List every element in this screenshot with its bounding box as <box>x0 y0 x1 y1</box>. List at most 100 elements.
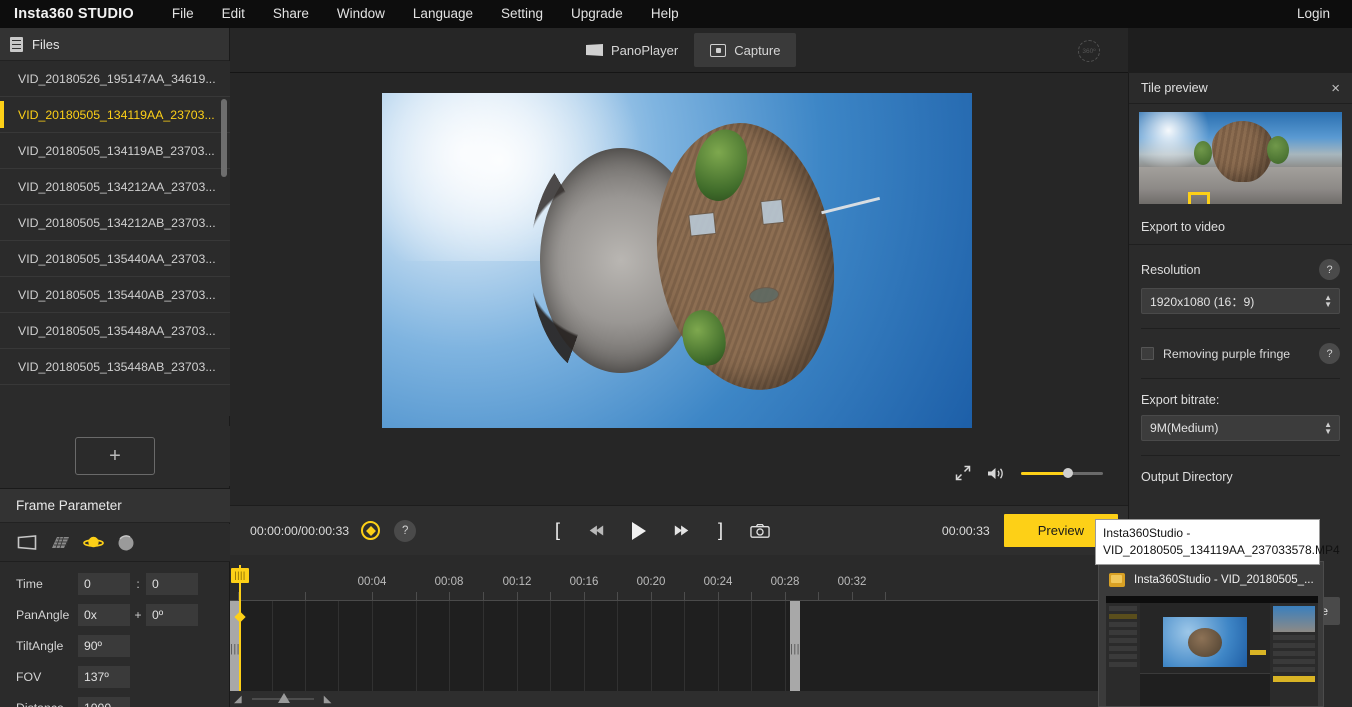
step-forward-icon[interactable] <box>673 524 691 538</box>
frame-parameter-title: Frame Parameter <box>16 498 122 513</box>
zoom-slider-knob[interactable] <box>277 693 290 703</box>
frame-parameter-header: Frame Parameter <box>0 489 230 523</box>
tile-building <box>1212 121 1273 182</box>
list-item[interactable]: VID_20180505_134119AB_23703... <box>0 133 230 169</box>
scrollbar-thumb[interactable] <box>221 99 227 177</box>
list-item[interactable]: VID_20180505_135448AA_23703... <box>0 313 230 349</box>
add-file-row: + <box>0 426 230 486</box>
list-item[interactable]: VID_20180505_135440AA_23703... <box>0 241 230 277</box>
fullscreen-icon[interactable] <box>955 465 971 481</box>
resolution-help-icon[interactable]: ? <box>1319 259 1340 280</box>
tick-label: 00:24 <box>703 576 733 588</box>
taskbar-thumbnail-title: Insta360Studio - VID_20180505_... <box>1134 574 1314 586</box>
file-list-scrollbar[interactable] <box>221 99 227 416</box>
tiny-planet-preview[interactable] <box>382 93 972 428</box>
mode-tab-bar: PanoPlayer Capture 360º <box>230 28 1128 73</box>
login-button[interactable]: Login <box>1297 0 1330 28</box>
mark-in-icon[interactable]: [ <box>555 520 560 541</box>
time-seconds-input[interactable] <box>146 572 198 595</box>
purple-fringe-help-icon[interactable]: ? <box>1319 343 1340 364</box>
add-file-button[interactable]: + <box>75 437 155 475</box>
tile-preview-thumbnail[interactable] <box>1139 112 1342 204</box>
menu-file[interactable]: File <box>158 0 208 28</box>
timeline-track[interactable]: ||| ||| <box>230 600 1128 696</box>
timeline-zoom-bar: ◢ ◣ <box>230 691 1128 707</box>
app-folder-icon <box>1109 573 1125 587</box>
panangle-turns-input[interactable] <box>78 603 130 626</box>
bitrate-value: 9M(Medium) <box>1150 421 1219 435</box>
tab-panoplayer[interactable]: PanoPlayer <box>570 33 694 67</box>
purple-fringe-checkbox[interactable] <box>1141 347 1154 360</box>
list-item[interactable]: VID_20180505_135440AB_23703... <box>0 277 230 313</box>
timeline-zoom-slider[interactable] <box>251 693 314 703</box>
tile-tree <box>1193 141 1212 166</box>
chevron-updown-icon: ▲ ▼ <box>1324 420 1332 436</box>
purple-fringe-row: Removing purple fringe ? <box>1141 329 1340 378</box>
export-controls: 00:00:33 Preview <box>942 514 1118 547</box>
playhead-handle[interactable]: |||| <box>231 568 249 583</box>
volume-fill <box>1021 471 1068 475</box>
projection-mode-toolbar <box>0 524 230 562</box>
file-list[interactable]: VID_20180526_195147AA_34619... VID_20180… <box>0 61 230 416</box>
keyframe-icon[interactable] <box>361 521 381 540</box>
zoom-out-icon[interactable]: ◢ <box>234 694 242 705</box>
sphere-icon[interactable] <box>115 532 137 554</box>
resolution-label: Resolution <box>1141 262 1201 277</box>
keyframe-help-icon[interactable]: ? <box>394 519 417 542</box>
tiltangle-input[interactable] <box>78 634 130 657</box>
timeline-panel: 00:04 00:08 00:12 00:16 00:20 00:24 00:2… <box>230 555 1128 707</box>
tick-label: 00:12 <box>502 576 532 588</box>
left-sidebar: Files VID_20180526_195147AA_34619... VID… <box>0 28 230 707</box>
tick-label: 00:28 <box>770 576 800 588</box>
list-item[interactable]: VID_20180505_134212AB_23703... <box>0 205 230 241</box>
tiny-planet-icon[interactable] <box>82 532 104 554</box>
step-backward-icon[interactable] <box>587 524 605 538</box>
close-icon[interactable]: × <box>1331 81 1340 96</box>
playhead[interactable]: |||| <box>231 565 249 699</box>
list-item[interactable]: VID_20180505_135448AB_23703... <box>0 349 230 385</box>
list-item[interactable]: VID_20180526_195147AA_34619... <box>0 61 230 97</box>
menu-window[interactable]: Window <box>323 0 399 28</box>
volume-knob[interactable] <box>1063 468 1073 478</box>
bitrate-select[interactable]: 9M(Medium) ▲ ▼ <box>1141 415 1340 441</box>
tab-capture[interactable]: Capture <box>694 33 797 67</box>
time-minutes-input[interactable] <box>78 572 130 595</box>
play-button[interactable] <box>632 521 647 540</box>
menu-bar: Insta360 STUDIO File Edit Share Window L… <box>0 0 1352 28</box>
menu-edit[interactable]: Edit <box>208 0 259 28</box>
menu-upgrade[interactable]: Upgrade <box>557 0 637 28</box>
tab-group: PanoPlayer Capture <box>570 33 797 67</box>
menu-share[interactable]: Share <box>259 0 323 28</box>
tile-preview-title: Tile preview <box>1141 81 1208 95</box>
clip-end-handle[interactable]: ||| <box>790 601 800 696</box>
menu-language[interactable]: Language <box>399 0 487 28</box>
menu-help[interactable]: Help <box>637 0 693 28</box>
tab-label: Capture <box>734 42 781 58</box>
file-tooltip: Insta360Studio - VID_20180505_134119AA_2… <box>1095 519 1340 565</box>
flat-panorama-icon[interactable] <box>16 532 38 554</box>
menu-setting[interactable]: Setting <box>487 0 557 28</box>
panangle-degrees-input[interactable] <box>146 603 198 626</box>
tick-label: 00:16 <box>569 576 599 588</box>
taskbar-thumbnail-image <box>1106 596 1318 706</box>
chevron-updown-icon: ▲ ▼ <box>1324 293 1332 309</box>
mark-out-icon[interactable]: ] <box>718 520 723 541</box>
tick-label: 00:08 <box>434 576 464 588</box>
taskbar-thumbnail-preview[interactable]: Insta360Studio - VID_20180505_... <box>1098 561 1324 707</box>
perspective-grid-icon[interactable] <box>49 532 71 554</box>
zoom-in-icon[interactable]: ◣ <box>324 694 332 705</box>
tick-label: 00:04 <box>357 576 387 588</box>
export-section-title: Export to video <box>1129 204 1352 245</box>
viewport-marker[interactable] <box>1187 192 1210 204</box>
tile-tree <box>1266 135 1289 164</box>
view-360-icon[interactable]: 360º <box>1078 40 1100 62</box>
list-item[interactable]: VID_20180505_134119AA_23703... <box>0 97 230 133</box>
resolution-select[interactable]: 1920x1080 (16：9) ▲ ▼ <box>1141 288 1340 314</box>
volume-slider[interactable] <box>1021 468 1103 478</box>
speaker-icon[interactable] <box>987 466 1005 480</box>
distance-input[interactable] <box>78 696 130 707</box>
snapshot-icon[interactable] <box>750 523 770 538</box>
timeline-ruler[interactable]: 00:04 00:08 00:12 00:16 00:20 00:24 00:2… <box>230 555 1128 600</box>
list-item[interactable]: VID_20180505_134212AA_23703... <box>0 169 230 205</box>
fov-input[interactable] <box>78 665 130 688</box>
